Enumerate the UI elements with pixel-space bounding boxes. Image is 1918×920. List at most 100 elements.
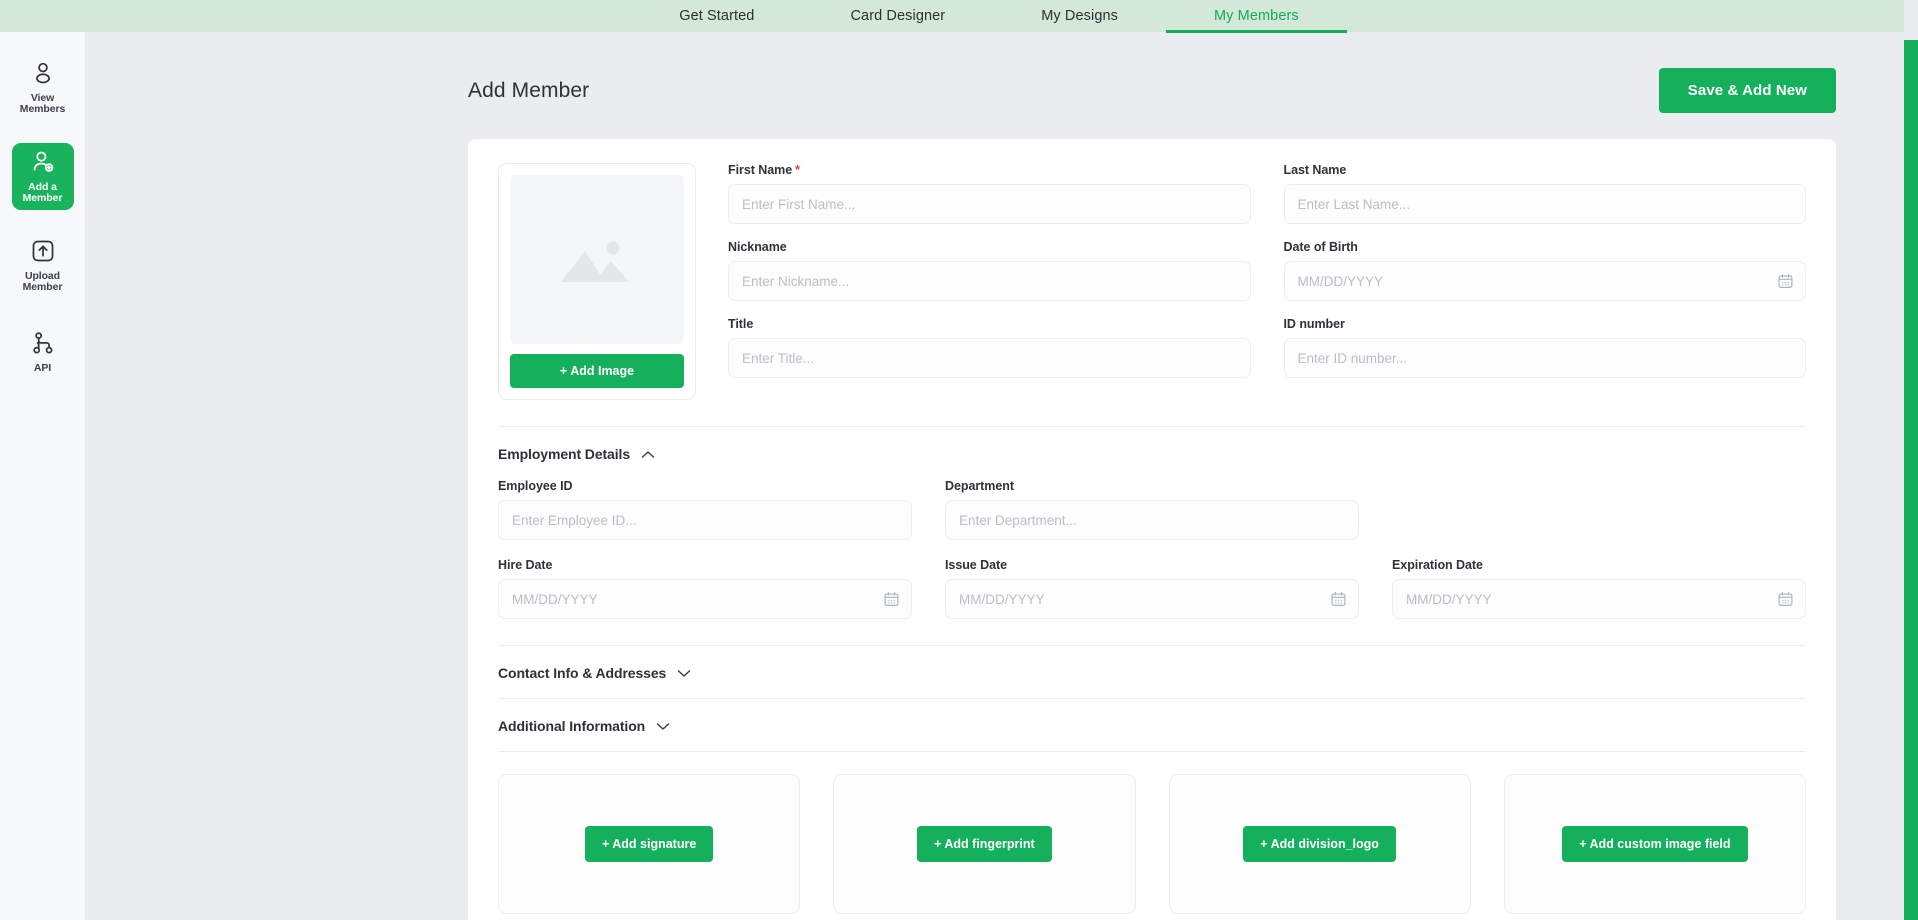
section-title-contact-info: Contact Info & Addresses xyxy=(498,665,667,681)
input-wrap-expiration-date xyxy=(1392,579,1806,619)
field-issue-date: Issue Date xyxy=(945,558,1359,619)
last-name-input[interactable] xyxy=(1283,184,1806,224)
input-wrap-department xyxy=(945,500,1359,540)
sidebar-item-api[interactable]: API xyxy=(12,321,74,383)
sidebar-item-add-a-member[interactable]: Add a Member xyxy=(11,143,74,211)
sidebar-label-view-members: View Members xyxy=(19,92,66,116)
field-department: Department xyxy=(945,479,1359,540)
input-wrap-date-of-birth xyxy=(1283,261,1806,301)
issue-date-input[interactable] xyxy=(945,579,1359,619)
chevron-down-icon[interactable] xyxy=(656,722,670,731)
top-navigation-bar: Get Started Card Designer My Designs My … xyxy=(0,0,1918,33)
add-image-button[interactable]: + Add Image xyxy=(510,354,684,388)
id-number-input[interactable] xyxy=(1283,338,1806,378)
tab-my-members[interactable]: My Members xyxy=(1166,8,1347,33)
sidebar-item-view-members[interactable]: View Members xyxy=(12,54,74,121)
left-sidebar: View Members Add a Member Upload Member … xyxy=(0,32,86,920)
label-last-name: Last Name xyxy=(1283,163,1347,177)
user-icon xyxy=(30,60,56,86)
department-input[interactable] xyxy=(945,500,1359,540)
sidebar-item-upload-member[interactable]: Upload Member xyxy=(12,232,74,299)
photo-placeholder[interactable] xyxy=(510,175,684,344)
field-id-number: ID number xyxy=(1283,317,1806,378)
employee-id-input[interactable] xyxy=(498,500,912,540)
upload-box-icon xyxy=(30,238,56,264)
sidebar-label-add-a-member: Add a Member xyxy=(22,181,63,205)
sidebar-label-api: API xyxy=(33,362,52,375)
required-asterisk: * xyxy=(795,163,800,177)
user-add-icon xyxy=(30,149,56,175)
page-scrollbar-thumb[interactable] xyxy=(1904,40,1918,920)
page-header: Add Member Save & Add New xyxy=(86,32,1918,113)
main-scroll-container: Add Member Save & Add New + Add Image Fi… xyxy=(86,32,1918,920)
expiration-date-input[interactable] xyxy=(1392,579,1806,619)
tab-get-started[interactable]: Get Started xyxy=(631,8,802,33)
section-header-contact-info[interactable]: Contact Info & Addresses xyxy=(498,646,1806,698)
body-row: View Members Add a Member Upload Member … xyxy=(0,32,1918,920)
input-wrap-hire-date xyxy=(498,579,912,619)
label-department: Department xyxy=(945,479,1014,493)
nickname-input[interactable] xyxy=(728,261,1251,301)
input-wrap-first-name xyxy=(728,184,1251,224)
save-and-add-new-button[interactable]: Save & Add New xyxy=(1658,68,1836,113)
date-of-birth-input[interactable] xyxy=(1283,261,1806,301)
label-text-first-name: First Name xyxy=(728,163,793,177)
label-first-name: First Name * xyxy=(728,163,1251,177)
add-custom-image-field-button[interactable]: + Add custom image field xyxy=(1562,826,1748,862)
field-hire-date: Hire Date xyxy=(498,558,912,619)
input-wrap-title xyxy=(728,338,1251,378)
label-id-number: ID number xyxy=(1283,317,1345,331)
calendar-icon[interactable] xyxy=(1777,591,1794,608)
calendar-icon[interactable] xyxy=(1777,273,1794,290)
chevron-down-icon[interactable] xyxy=(677,669,691,678)
member-form-card: + Add Image First Name * Enter First Nam… xyxy=(468,139,1836,920)
input-wrap-nickname xyxy=(728,261,1251,301)
sidebar-label-upload-member: Upload Member xyxy=(22,270,63,294)
employment-fields-grid: Employee ID Department xyxy=(498,479,1806,645)
label-hire-date: Hire Date xyxy=(498,558,553,572)
main-content-area: Add Member Save & Add New + Add Image Fi… xyxy=(86,32,1918,920)
label-employee-id: Employee ID xyxy=(498,479,573,493)
top-block: + Add Image First Name * Enter First Nam… xyxy=(498,163,1806,426)
add-signature-button[interactable]: + Add signature xyxy=(584,826,714,862)
input-wrap-issue-date xyxy=(945,579,1359,619)
page-title: Add Member xyxy=(468,78,590,102)
tab-my-designs[interactable]: My Designs xyxy=(993,8,1166,33)
add-fingerprint-button[interactable]: + Add fingerprint xyxy=(917,826,1052,862)
input-wrap-id-number xyxy=(1283,338,1806,378)
member-photo-box: + Add Image xyxy=(498,163,696,400)
calendar-icon[interactable] xyxy=(883,591,900,608)
node-tree-icon xyxy=(30,330,56,356)
chevron-up-icon[interactable] xyxy=(641,450,655,459)
label-date-of-birth: Date of Birth xyxy=(1283,240,1358,254)
input-wrap-employee-id xyxy=(498,500,912,540)
input-wrap-last-name xyxy=(1283,184,1806,224)
personal-fields-grid: First Name* Last Name xyxy=(728,163,1806,400)
label-nickname: Nickname xyxy=(728,240,787,254)
calendar-icon[interactable] xyxy=(1330,591,1347,608)
title-input[interactable] xyxy=(728,338,1251,378)
section-header-additional-information[interactable]: Additional Information xyxy=(498,699,1806,751)
first-name-input[interactable] xyxy=(728,184,1251,224)
field-title: Title xyxy=(728,317,1251,378)
label-expiration-date: Expiration Date xyxy=(1392,558,1483,572)
add-division-logo-button[interactable]: + Add division_logo xyxy=(1243,826,1396,862)
field-first-name: First Name * xyxy=(728,163,1251,224)
field-expiration-date: Expiration Date xyxy=(1392,558,1806,619)
card-add-division-logo: + Add division_logo xyxy=(1168,774,1471,914)
card-add-fingerprint: + Add fingerprint xyxy=(833,774,1136,914)
section-header-employment-details[interactable]: Employment Details xyxy=(498,427,1806,479)
label-title: Title xyxy=(728,317,754,331)
field-date-of-birth: Date of Birth xyxy=(1283,240,1806,301)
custom-image-cards: + Add signature + Add fingerprint + Add … xyxy=(498,752,1806,920)
field-last-name: Last Name xyxy=(1283,163,1806,224)
section-title-employment-details: Employment Details xyxy=(498,446,631,462)
employment-grid-spacer xyxy=(1392,479,1806,540)
card-add-signature: + Add signature xyxy=(498,774,801,914)
card-add-custom-image-field: + Add custom image field xyxy=(1503,774,1806,914)
field-nickname: Nickname xyxy=(728,240,1251,301)
tab-card-designer[interactable]: Card Designer xyxy=(802,8,993,33)
hire-date-input[interactable] xyxy=(498,579,912,619)
app-root: Get Started Card Designer My Designs My … xyxy=(0,0,1918,920)
field-employee-id: Employee ID xyxy=(498,479,912,540)
